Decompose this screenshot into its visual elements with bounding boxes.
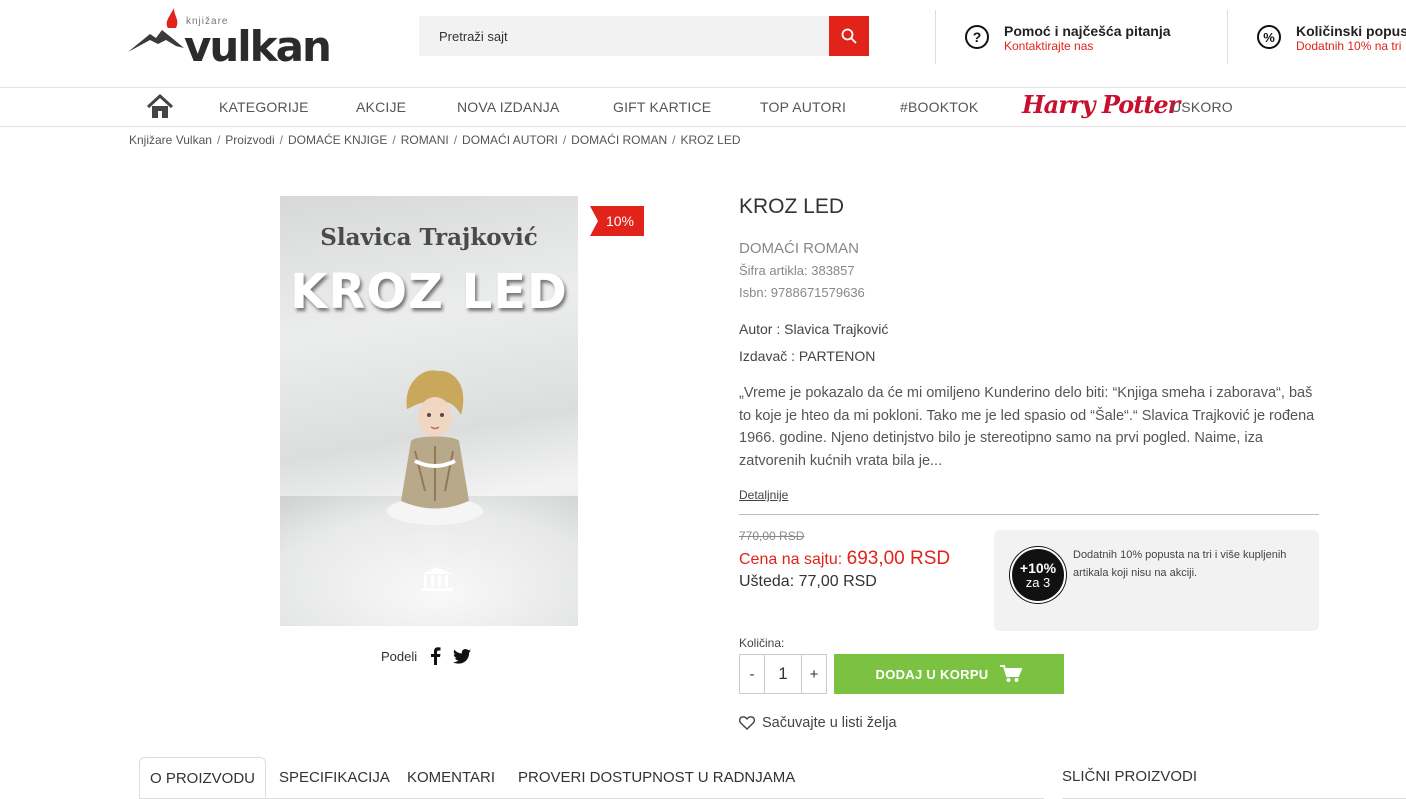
facebook-icon[interactable] [429,647,441,665]
promo-badge-count: za 3 [1025,574,1051,590]
nav-item-gift-kartice[interactable]: GIFT KARTICE [613,99,711,115]
heart-icon [739,716,755,730]
svg-text:?: ? [973,29,982,45]
publisher-logo-icon [421,567,453,591]
discount-subtitle: Dodatnih 10% na tri [1296,39,1402,53]
product-publisher[interactable]: Izdavač : PARTENON [739,348,875,364]
product-author[interactable]: Autor : Slavica Trajković [739,321,888,337]
breadcrumb-link[interactable]: Knjižare Vulkan [129,133,212,147]
home-icon[interactable] [146,94,174,120]
nav-item-uskoro[interactable]: USKORO [1171,99,1233,115]
add-to-cart-label: DODAJ U KORPU [875,666,989,682]
percent-icon: % [1257,25,1281,49]
promo-text: Dodatnih 10% popusta na tri i više kuplj… [1073,549,1287,579]
search-bar [419,16,869,56]
nav-item-kategorije[interactable]: KATEGORIJE [219,99,309,115]
discount-title: Količinski popust [1296,23,1406,39]
product-title: KROZ LED [739,195,845,218]
wishlist-label: Sačuvajte u listi želja [762,715,897,731]
old-price: 770,00 RSD [739,529,805,543]
help-contact-link[interactable]: Kontaktirajte nas [1004,39,1093,53]
share-row: Podeli [381,647,472,665]
site-header: knjižare vulkan ? Pomoć i najčešća pitan… [0,0,1406,88]
details-link[interactable]: Detaljnije [739,488,788,502]
quantity-stepper: - 1 + [739,654,827,694]
tab-proveri-dostupnost[interactable]: PROVERI DOSTUPNOST U RADNJAMA [518,757,795,799]
breadcrumb-current: KROZ LED [680,133,741,147]
nav-item-harry-potter[interactable]: Harry Potter [1022,90,1180,119]
share-label: Podeli [381,648,418,664]
search-input[interactable] [419,16,829,56]
help-box[interactable]: ? Pomoć i najčešća pitanja Kontaktirajte… [964,20,1194,56]
book-cover-image[interactable]: Slavica Trajković KROZ LED [280,196,578,626]
search-icon [841,28,857,44]
search-button[interactable] [829,16,869,56]
nav-item-nova-izdanja[interactable]: NOVA IZDANJA [457,99,560,115]
breadcrumb-link[interactable]: DOMAĆE KNJIGE [288,133,387,147]
logo-wordmark: vulkan [184,22,332,71]
nav-item-top-autori[interactable]: TOP AUTORI [760,99,846,115]
quantity-input[interactable]: 1 [764,655,802,693]
question-icon: ? [965,25,989,49]
promo-badge-percent: +10% [1019,559,1057,576]
quantity-increase-button[interactable]: + [802,655,826,693]
breadcrumb-link[interactable]: ROMANI [401,133,449,147]
quantity-promo-box: +10% za 3 Dodatnih 10% popusta na tri i … [994,530,1319,631]
promo-badge: +10% za 3 [1010,547,1066,603]
cover-title: KROZ LED [290,264,568,320]
product-description: „Vreme je pokazalo da će mi omiljeno Kun… [739,385,1315,469]
wishlist-link[interactable]: Sačuvajte u listi želja [739,715,897,731]
twitter-icon[interactable] [453,648,472,664]
header-divider [1227,10,1228,64]
cover-author: Slavica Trajković [320,224,538,251]
price-value: 693,00 RSD [846,548,951,569]
nav-item-booktok[interactable]: #BOOKTOK [900,99,978,115]
product-category[interactable]: DOMAĆI ROMAN [739,240,859,257]
tab-o-proizvodu[interactable]: O PROIZVODU [139,757,266,799]
vulkan-logo[interactable]: knjižare vulkan [128,8,333,71]
quantity-decrease-button[interactable]: - [740,655,764,693]
breadcrumb-link[interactable]: Proizvodi [225,133,274,147]
tab-komentari[interactable]: KOMENTARI [407,757,495,799]
tab-specifikacija[interactable]: SPECIFIKACIJA [279,757,390,799]
add-to-cart-button[interactable]: DODAJ U KORPU [834,654,1064,694]
savings: Ušteda: 77,00 RSD [739,573,877,590]
svg-text:%: % [1263,30,1275,45]
breadcrumb: Knjižare Vulkan / Proizvodi / DOMAĆE KNJIGE /… [129,133,741,147]
site-price: Cena na sajtu: 693,00 RSD [739,548,950,570]
product-isbn: Isbn: 9788671579636 [739,285,865,300]
similar-products-title: SLIČNI PROIZVODI [1062,768,1198,785]
cart-icon [1000,665,1023,682]
divider [739,514,1319,515]
doll-illustration [387,370,483,525]
breadcrumb-link[interactable]: DOMAĆI AUTORI [462,133,558,147]
quantity-discount-box[interactable]: % Količinski popust Dodatnih 10% na tri [1256,20,1406,56]
nav-item-akcije[interactable]: AKCIJE [356,99,406,115]
breadcrumb-link[interactable]: DOMAĆI ROMAN [571,133,667,147]
quantity-label: Količina: [739,636,785,650]
product-sku: Šifra artikla: 383857 [739,263,855,278]
discount-badge: 10% [590,206,644,236]
main-nav: KATEGORIJE AKCIJE NOVA IZDANJA GIFT KART… [0,88,1406,127]
price-label: Cena na sajtu: [739,551,843,568]
header-divider [935,10,936,64]
help-title: Pomoć i najčešća pitanja [1004,23,1171,39]
